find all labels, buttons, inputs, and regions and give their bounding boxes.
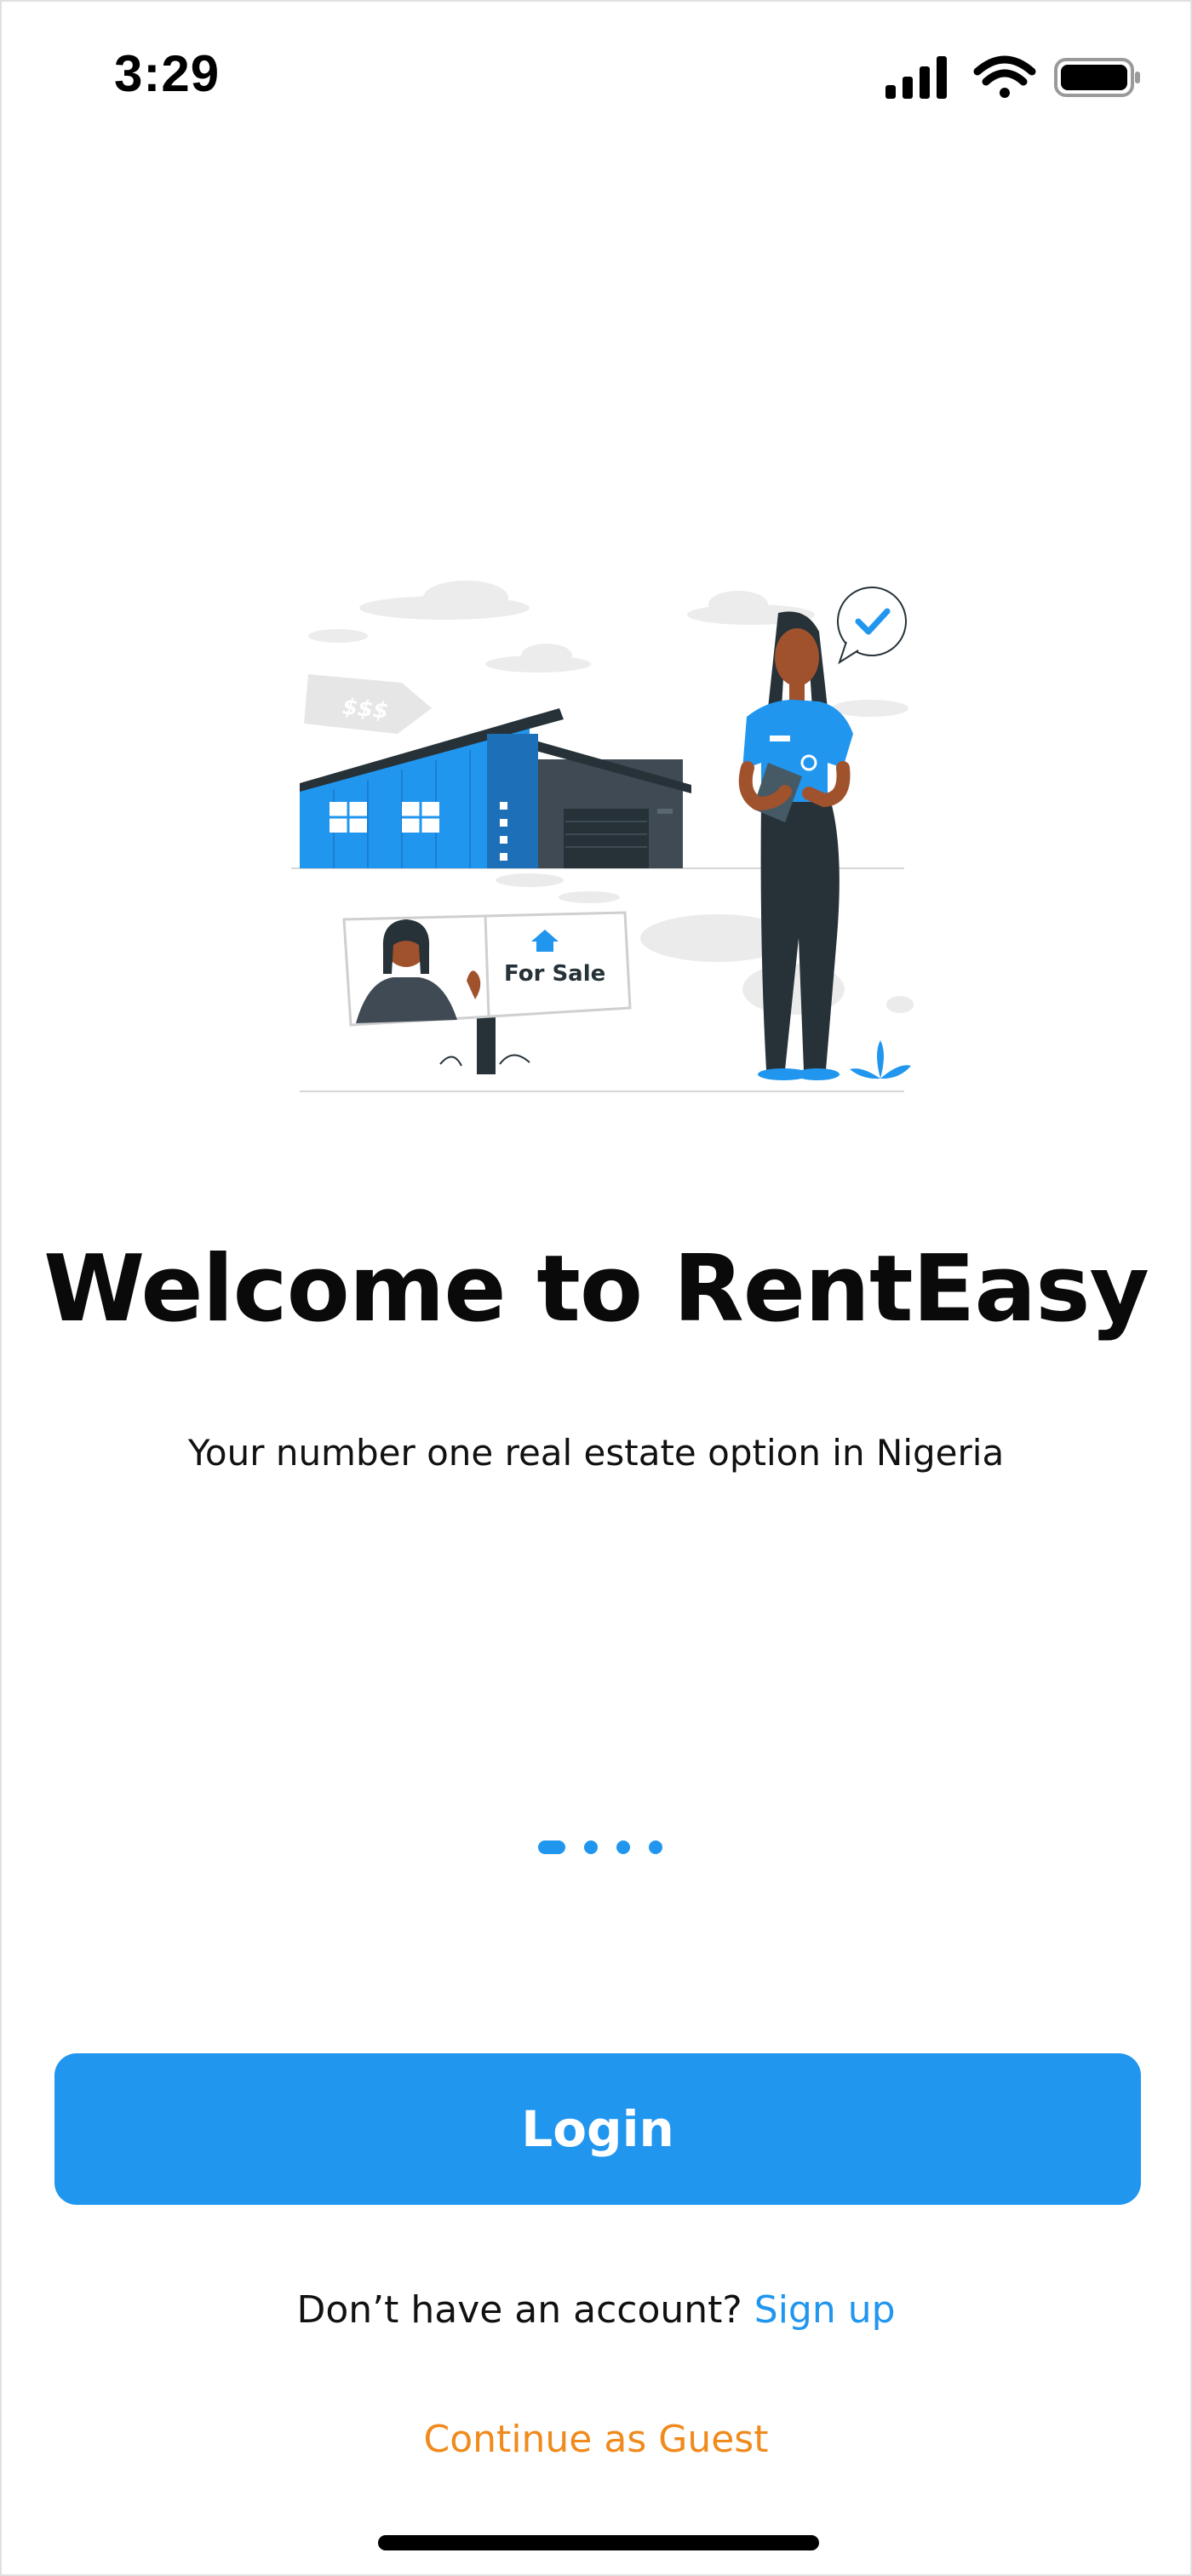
for-sale-sign-text: For Sale	[504, 961, 605, 987]
house	[300, 708, 691, 868]
login-button[interactable]: Login	[54, 2053, 1141, 2205]
cellular-signal-icon	[885, 56, 947, 99]
welcome-title: Welcome to RentEasy	[43, 1236, 1149, 1342]
welcome-screen: 3:29 $$$ For Sale Welcome to RentEasy Yo…	[0, 0, 1192, 2576]
page-indicator-dot[interactable]	[616, 1840, 630, 1854]
welcome-subtitle: Your number one real estate option in Ni…	[187, 1432, 1005, 1474]
page-indicator-dot[interactable]	[584, 1840, 598, 1854]
continue-as-guest-link[interactable]: Continue as Guest	[2, 2418, 1190, 2461]
battery-icon	[1054, 58, 1140, 97]
page-indicator-dot-active[interactable]	[538, 1840, 565, 1854]
price-tag: $$$	[304, 674, 432, 734]
for-sale-sign: For Sale	[342, 911, 632, 1074]
speech-bubble-check	[837, 587, 907, 665]
wifi-icon	[973, 55, 1036, 98]
status-time: 3:29	[114, 45, 221, 102]
price-tag-text: $$$	[341, 695, 390, 725]
status-icons	[885, 51, 1141, 106]
page-indicator[interactable]	[538, 1839, 681, 1856]
page-indicator-dot[interactable]	[649, 1840, 662, 1854]
signup-prompt-text: Don’t have an account?	[296, 2288, 754, 2332]
home-indicator[interactable]	[378, 2535, 819, 2550]
signup-prompt-row: Don’t have an account? Sign up	[2, 2288, 1190, 2332]
signup-link[interactable]: Sign up	[754, 2288, 896, 2332]
plant-decoration	[850, 1040, 911, 1079]
real-estate-illustration: $$$ For Sale	[274, 581, 921, 1108]
